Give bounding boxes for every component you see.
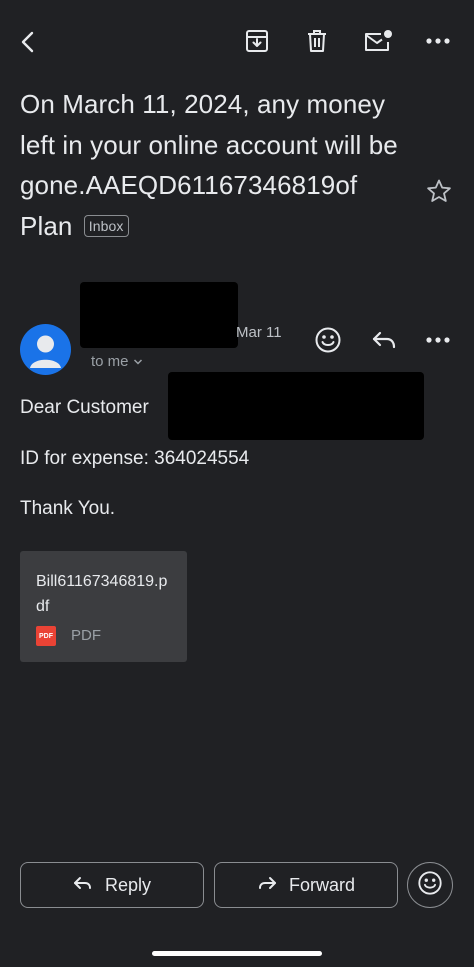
reply-arrow-icon: [73, 875, 93, 896]
recipient-label: to me: [91, 353, 129, 370]
emoji-reaction-button[interactable]: [407, 862, 453, 908]
email-subject: On March 11, 2024, any money left in you…: [20, 84, 415, 246]
redacted-body-text: [168, 372, 424, 440]
star-icon[interactable]: [420, 172, 458, 210]
archive-icon[interactable]: [240, 24, 274, 58]
forward-arrow-icon: [257, 875, 277, 896]
attachment-type: PDF: [71, 627, 101, 644]
subject-text: On March 11, 2024, any money left in you…: [20, 89, 398, 241]
email-date: Mar 11: [236, 324, 282, 341]
top-app-bar: [0, 0, 474, 84]
inbox-label[interactable]: Inbox: [83, 214, 129, 237]
home-indicator[interactable]: [152, 951, 322, 956]
reply-icon[interactable]: [366, 322, 402, 358]
reply-button-label: Reply: [104, 874, 152, 895]
attachment-filename: Bill61167346819.pdf: [36, 573, 168, 615]
forward-button[interactable]: Forward: [214, 862, 398, 908]
arrow-back-icon[interactable]: [10, 24, 46, 60]
chevron-down-icon: [133, 353, 143, 370]
recipient-details[interactable]: to me: [91, 353, 143, 370]
email-view: On March 11, 2024, any money left in you…: [0, 0, 474, 967]
trash-icon[interactable]: [300, 24, 334, 58]
forward-button-label: Forward: [288, 874, 355, 895]
body-expense-id: ID for expense: 364024554: [20, 448, 250, 469]
message-more-icon[interactable]: [420, 322, 456, 358]
pdf-file-icon: PDF: [36, 626, 56, 646]
reply-button[interactable]: Reply: [20, 862, 204, 908]
body-greeting: Dear Customer: [20, 397, 149, 418]
more-horizontal-icon[interactable]: [420, 24, 456, 58]
redacted-sender-name: [80, 282, 238, 348]
add-reaction-icon[interactable]: [308, 320, 348, 360]
body-closing: Thank You.: [20, 498, 116, 519]
avatar[interactable]: [20, 324, 71, 375]
smiley-icon: [417, 870, 443, 901]
attachment-card[interactable]: Bill61167346819.pdf PDF PDF: [20, 551, 187, 662]
mark-unread-icon[interactable]: [360, 24, 396, 58]
